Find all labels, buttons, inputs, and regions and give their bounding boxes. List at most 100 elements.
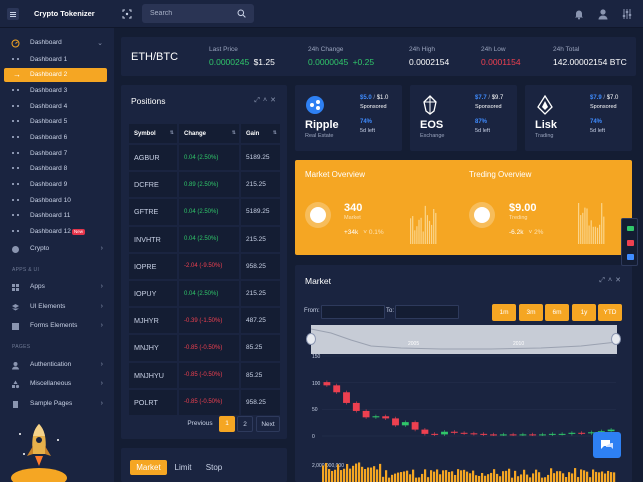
to-date-input[interactable]	[395, 305, 459, 319]
sidebar-item-crypto[interactable]: Crypto ›	[4, 242, 107, 256]
table-row[interactable]: INVHTR 0.04 (2.50%) 215.25	[129, 226, 280, 252]
sidebar-item-dashboard-1[interactable]: Dashboard 1	[4, 53, 107, 67]
fullscreen-icon[interactable]	[122, 9, 132, 19]
positions-card: Positions ⤢˄✕ Symbol ⇅ Change ⇅ Gain ⇅ AGBU…	[121, 85, 287, 439]
section-label-pages: PAGES	[12, 344, 31, 350]
range-1m-button[interactable]: 1m	[492, 304, 516, 321]
range-handle-left[interactable]	[306, 333, 316, 345]
table-row[interactable]: GFTRE 0.04 (2.50%) 5189.25	[129, 199, 280, 225]
sidebar-item-label: Dashboard 1	[30, 56, 68, 63]
sidebar-item-sample-pages[interactable]: Sample Pages ›	[4, 397, 107, 411]
table-row[interactable]: MJHYR -0.39 (-1.50%) 487.25	[129, 308, 280, 334]
table-row[interactable]: IOPRE -2.04 (-9.50%) 958.25	[129, 253, 280, 279]
change-cell: 0.89 (2.50%)	[179, 172, 239, 198]
previous-page-button[interactable]: Previous	[185, 416, 215, 432]
table-row[interactable]: IOPUY 0.04 (2.50%) 215.25	[129, 280, 280, 307]
volume-bar	[508, 468, 511, 482]
sidebar-item-ui-elements[interactable]: UI Elements ›	[4, 300, 107, 314]
sidebar-item-authentication[interactable]: Authentication ›	[4, 358, 107, 372]
chevron-right-icon: ›	[100, 380, 103, 387]
shapes-icon	[12, 380, 20, 389]
volume-bar	[400, 472, 403, 482]
sparkline-bar	[594, 226, 596, 244]
sidebar-item-dashboard-5[interactable]: Dashboard 5	[4, 115, 107, 129]
new-badge: New	[72, 229, 86, 235]
dots-icon	[12, 105, 19, 108]
table-row[interactable]: AGBUR 0.04 (2.50%) 5189.25	[129, 145, 280, 171]
tab-market[interactable]: Market	[130, 460, 167, 475]
sidebar-item-miscellaneous[interactable]: Miscellaneous ›	[4, 377, 107, 391]
table-row[interactable]: MNJHYU -0.85 (-0.50%) 85.25	[129, 362, 280, 388]
change-cell: -2.04 (-9.50%)	[179, 253, 239, 279]
volume-bar	[415, 477, 418, 482]
bell-icon[interactable]	[573, 8, 585, 20]
chat-button[interactable]	[593, 432, 621, 458]
sparkline-bar	[582, 212, 584, 244]
user-icon[interactable]	[597, 8, 609, 20]
sidebar-item-dashboard[interactable]: Dashboard ⌄	[4, 36, 107, 50]
sidebar-item-apps[interactable]: Apps ›	[4, 280, 107, 294]
change-cell: -0.85 (-0.50%)	[179, 362, 239, 388]
search-input[interactable]	[150, 8, 230, 19]
range-6m-button[interactable]: 6m	[545, 304, 569, 321]
sidebar-item-dashboard-3[interactable]: Dashboard 3	[4, 84, 107, 98]
sparkline-bar	[428, 220, 431, 244]
card-icon[interactable]	[627, 254, 634, 260]
symbol-cell: MNJHYU	[129, 362, 177, 388]
table-row[interactable]: DCFRE 0.89 (2.50%) 215.25	[129, 172, 280, 198]
trade-card: Market Limit Stop	[121, 448, 287, 482]
next-page-button[interactable]: Next	[256, 416, 280, 432]
y-tick-label: 50	[312, 407, 318, 413]
asset-percent: 74%	[590, 119, 603, 125]
table-row[interactable]: POLRT -0.85 (-0.50%) 958.25	[129, 389, 280, 415]
chevron-down-icon: ⌄	[97, 40, 103, 47]
sidebar-item-dashboard-6[interactable]: Dashboard 6	[4, 131, 107, 145]
close-icon[interactable]: ✕	[615, 277, 624, 284]
sidebar-item-dashboard-8[interactable]: Dashboard 8	[4, 162, 107, 176]
column-header-symbol[interactable]: Symbol ⇅	[129, 124, 177, 143]
sidebar-item-dashboard-2[interactable]: → Dashboard 2	[4, 68, 107, 82]
range-3m-button[interactable]: 3m	[519, 304, 543, 321]
table-row[interactable]: MNJHY -0.85 (-0.50%) 85.25	[129, 335, 280, 361]
sidebar-item-dashboard-9[interactable]: Dashboard 9	[4, 178, 107, 192]
change-cell: 0.04 (2.50%)	[179, 145, 239, 171]
image-icon[interactable]	[627, 240, 634, 246]
close-icon[interactable]: ✕	[270, 97, 279, 104]
range-navigator[interactable]: 2005 2010	[311, 325, 617, 354]
volume-bar	[532, 473, 535, 482]
from-date-input[interactable]	[321, 305, 385, 319]
range-ytd-button[interactable]: YTD	[598, 304, 622, 321]
range-handle-right[interactable]	[611, 333, 621, 345]
column-header-gain[interactable]: Gain ⇅	[241, 124, 280, 143]
volume-bar	[499, 476, 502, 482]
column-header-change[interactable]: Change ⇅	[179, 124, 239, 143]
expand-icon[interactable]: ⤢	[254, 97, 263, 104]
page-1-button[interactable]: 1	[219, 416, 235, 432]
sparkline-bar	[422, 231, 424, 244]
settings-sliders-icon[interactable]	[621, 8, 633, 20]
asset-card-ripple[interactable]: Ripple Real Estate $5.0 / $1.0 Sponsored…	[295, 85, 402, 151]
volume-bar	[445, 470, 448, 482]
tab-stop[interactable]: Stop	[201, 460, 227, 475]
asset-card-lisk[interactable]: Lisk Trading $7.9 / $7.0 Sponsored 74% 5…	[525, 85, 632, 151]
range-1y-button[interactable]: 1y	[572, 304, 596, 321]
pair-name: ETH/BTC	[131, 51, 179, 63]
tab-limit[interactable]: Limit	[170, 460, 196, 475]
user-lock-icon	[12, 362, 19, 370]
page-2-button[interactable]: 2	[237, 416, 253, 432]
search-icon[interactable]	[237, 9, 246, 18]
sidebar-item-dashboard-12[interactable]: Dashboard 12 New	[4, 225, 107, 239]
sidebar-item-dashboard-4[interactable]: Dashboard 4	[4, 100, 107, 114]
sidebar-item-label: Authentication	[30, 361, 72, 368]
sidebar-item-dashboard-10[interactable]: Dashboard 10	[4, 194, 107, 208]
volume-bar	[487, 474, 490, 482]
trading-overview-value: $9.00	[509, 202, 537, 214]
sidebar-item-forms-elements[interactable]: Forms Elements ›	[4, 319, 107, 333]
expand-icon[interactable]: ⤢	[599, 277, 608, 284]
sidebar-item-dashboard-7[interactable]: Dashboard 7	[4, 147, 107, 161]
change-cell: -0.39 (-1.50%)	[179, 308, 239, 334]
cash-icon[interactable]	[627, 226, 634, 231]
sidebar-item-dashboard-11[interactable]: Dashboard 11	[4, 209, 107, 223]
menu-toggle-icon[interactable]	[7, 8, 19, 20]
asset-card-eos[interactable]: EOS Exchange $7.7 / $9.7 Sponsored 87% 5…	[410, 85, 517, 151]
